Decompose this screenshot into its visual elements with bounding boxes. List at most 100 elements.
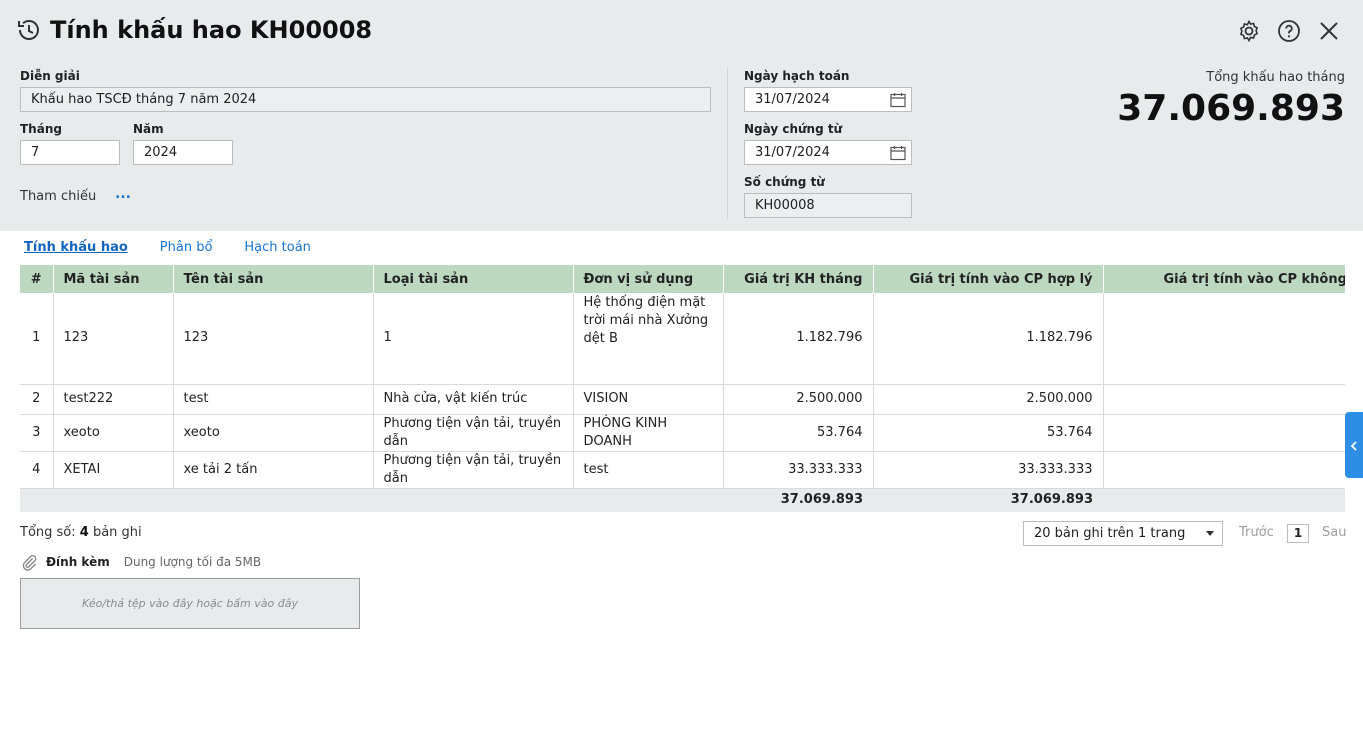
side-panel-toggle[interactable] xyxy=(1345,412,1363,478)
chevron-down-icon xyxy=(1206,531,1214,536)
cell-unreasonable xyxy=(1103,384,1345,415)
voucher-no-input[interactable]: KH00008 xyxy=(744,193,912,218)
top-toolbar xyxy=(1237,19,1341,43)
summary-cell-empty xyxy=(573,488,723,512)
settings-icon[interactable] xyxy=(1237,19,1261,43)
chevron-left-icon xyxy=(1350,436,1358,455)
record-count: Tổng số: 4 bản ghi xyxy=(20,525,142,540)
posting-date-label: Ngày hạch toán xyxy=(744,69,850,83)
close-icon[interactable] xyxy=(1317,19,1341,43)
cell-monthly: 33.333.333 xyxy=(723,451,874,489)
cell-monthly: 1.182.796 xyxy=(723,293,874,385)
current-page-button[interactable]: 1 xyxy=(1287,524,1309,543)
calendar-icon[interactable] xyxy=(890,92,906,108)
tab-allocation[interactable]: Phân bổ xyxy=(160,240,213,255)
history-icon[interactable] xyxy=(16,17,42,43)
reference-label: Tham chiếu xyxy=(20,189,97,204)
page-title: Tính khấu hao KH00008 xyxy=(50,16,373,44)
cell-reasonable: 53.764 xyxy=(873,414,1104,452)
cell-index: 1 xyxy=(20,293,54,385)
col-header-index[interactable]: # xyxy=(20,265,54,293)
summary-cell-empty xyxy=(20,488,53,512)
tab-depreciation[interactable]: Tính khấu hao xyxy=(24,240,128,255)
cell-unreasonable xyxy=(1103,414,1345,452)
tab-accounting[interactable]: Hạch toán xyxy=(244,240,311,255)
table-row[interactable]: 1 123 123 1 Hệ thống điện mặt trời mái n… xyxy=(20,293,1345,385)
voucher-date-input[interactable]: 31/07/2024 xyxy=(744,140,912,165)
cell-monthly: 2.500.000 xyxy=(723,384,874,415)
record-count-prefix: Tổng số: xyxy=(20,525,80,540)
record-count-suffix: bản ghi xyxy=(88,525,142,540)
table-row[interactable]: 3 xeoto xeoto Phương tiện vận tải, truyề… xyxy=(20,414,1345,452)
tab-bar: Tính khấu hao Phân bổ Hạch toán xyxy=(24,240,311,255)
paperclip-icon xyxy=(20,553,38,571)
summary-reasonable: 37.069.893 xyxy=(873,488,1103,512)
reference-more-button[interactable]: ... xyxy=(115,186,131,202)
record-count-value: 4 xyxy=(79,525,89,540)
asset-grid: # Mã tài sản Tên tài sản Loại tài sản Đơ… xyxy=(20,265,1345,512)
attachment-hint: Dung lượng tối đa 5MB xyxy=(123,555,262,569)
cell-index: 4 xyxy=(20,451,54,489)
col-header-monthly[interactable]: Giá trị KH tháng xyxy=(723,265,874,293)
page-size-select[interactable]: 20 bản ghi trên 1 trang xyxy=(1023,521,1223,546)
summary-cell-empty xyxy=(53,488,173,512)
help-icon[interactable] xyxy=(1277,19,1301,43)
col-header-asset-name[interactable]: Tên tài sản xyxy=(173,265,374,293)
year-label: Năm xyxy=(133,122,164,136)
cell-asset-type: 1 xyxy=(373,293,574,385)
cell-reasonable: 2.500.000 xyxy=(873,384,1104,415)
cell-asset-code: test222 xyxy=(53,384,174,415)
asset-table: # Mã tài sản Tên tài sản Loại tài sản Đơ… xyxy=(20,265,1345,512)
description-input[interactable]: Khấu hao TSCĐ tháng 7 năm 2024 xyxy=(20,87,711,112)
cell-asset-name: xeoto xyxy=(173,414,374,452)
total-depreciation-label: Tổng khấu hao tháng xyxy=(1206,70,1345,85)
col-header-asset-type[interactable]: Loại tài sản xyxy=(373,265,574,293)
cell-unreasonable xyxy=(1103,451,1345,489)
table-summary-row: 37.069.893 37.069.893 xyxy=(20,488,1345,512)
cell-asset-type: Nhà cửa, vật kiến trúc xyxy=(373,384,574,415)
cell-index: 2 xyxy=(20,384,54,415)
summary-cell-empty xyxy=(373,488,573,512)
posting-date-input[interactable]: 31/07/2024 xyxy=(744,87,912,112)
summary-monthly: 37.069.893 xyxy=(723,488,873,512)
table-row[interactable]: 4 XETAI xe tải 2 tấn Phương tiện vận tải… xyxy=(20,451,1345,489)
vertical-divider xyxy=(727,68,728,219)
col-header-unit[interactable]: Đơn vị sử dụng xyxy=(573,265,724,293)
summary-cell-empty xyxy=(1103,488,1345,512)
year-input[interactable]: 2024 xyxy=(133,140,233,165)
cell-reasonable: 1.182.796 xyxy=(873,293,1104,385)
cell-unreasonable xyxy=(1103,293,1345,385)
cell-index: 3 xyxy=(20,414,54,452)
attachment-row: Đính kèm Dung lượng tối đa 5MB xyxy=(20,553,261,571)
table-row[interactable]: 2 test222 test Nhà cửa, vật kiến trúc VI… xyxy=(20,384,1345,415)
cell-asset-code: XETAI xyxy=(53,451,174,489)
cell-asset-name: test xyxy=(173,384,374,415)
page-size-value: 20 bản ghi trên 1 trang xyxy=(1034,526,1186,541)
voucher-date-value: 31/07/2024 xyxy=(755,145,830,160)
cell-asset-code: 123 xyxy=(53,293,174,385)
cell-monthly: 53.764 xyxy=(723,414,874,452)
file-dropzone[interactable]: Kéo/thả tệp vào đây hoặc bấm vào đây xyxy=(20,578,360,629)
cell-unit: VISION xyxy=(573,384,724,415)
col-header-unreasonable[interactable]: Giá trị tính vào CP không hợp lý xyxy=(1103,265,1345,293)
cell-unit: test xyxy=(573,451,724,489)
calendar-icon[interactable] xyxy=(890,145,906,161)
voucher-no-label: Số chứng từ xyxy=(744,175,825,189)
voucher-date-label: Ngày chứng từ xyxy=(744,122,843,136)
posting-date-value: 31/07/2024 xyxy=(755,92,830,107)
month-input[interactable]: 7 xyxy=(20,140,120,165)
cell-reasonable: 33.333.333 xyxy=(873,451,1104,489)
col-header-asset-code[interactable]: Mã tài sản xyxy=(53,265,174,293)
cell-asset-name: xe tải 2 tấn xyxy=(173,451,374,489)
cell-asset-type: Phương tiện vận tải, truyền dẫn xyxy=(373,451,574,489)
month-label: Tháng xyxy=(20,122,62,136)
cell-asset-type: Phương tiện vận tải, truyền dẫn xyxy=(373,414,574,452)
next-page-button[interactable]: Sau xyxy=(1322,525,1346,540)
header-panel: Tính khấu hao KH00008 Diễn giải Khấu hao… xyxy=(0,0,1363,231)
col-header-reasonable[interactable]: Giá trị tính vào CP hợp lý xyxy=(873,265,1104,293)
prev-page-button[interactable]: Trước xyxy=(1239,525,1274,540)
table-header-row: # Mã tài sản Tên tài sản Loại tài sản Đơ… xyxy=(20,265,1345,293)
total-depreciation-value: 37.069.893 xyxy=(1117,88,1345,129)
cell-asset-code: xeoto xyxy=(53,414,174,452)
attachment-label: Đính kèm xyxy=(46,555,110,569)
